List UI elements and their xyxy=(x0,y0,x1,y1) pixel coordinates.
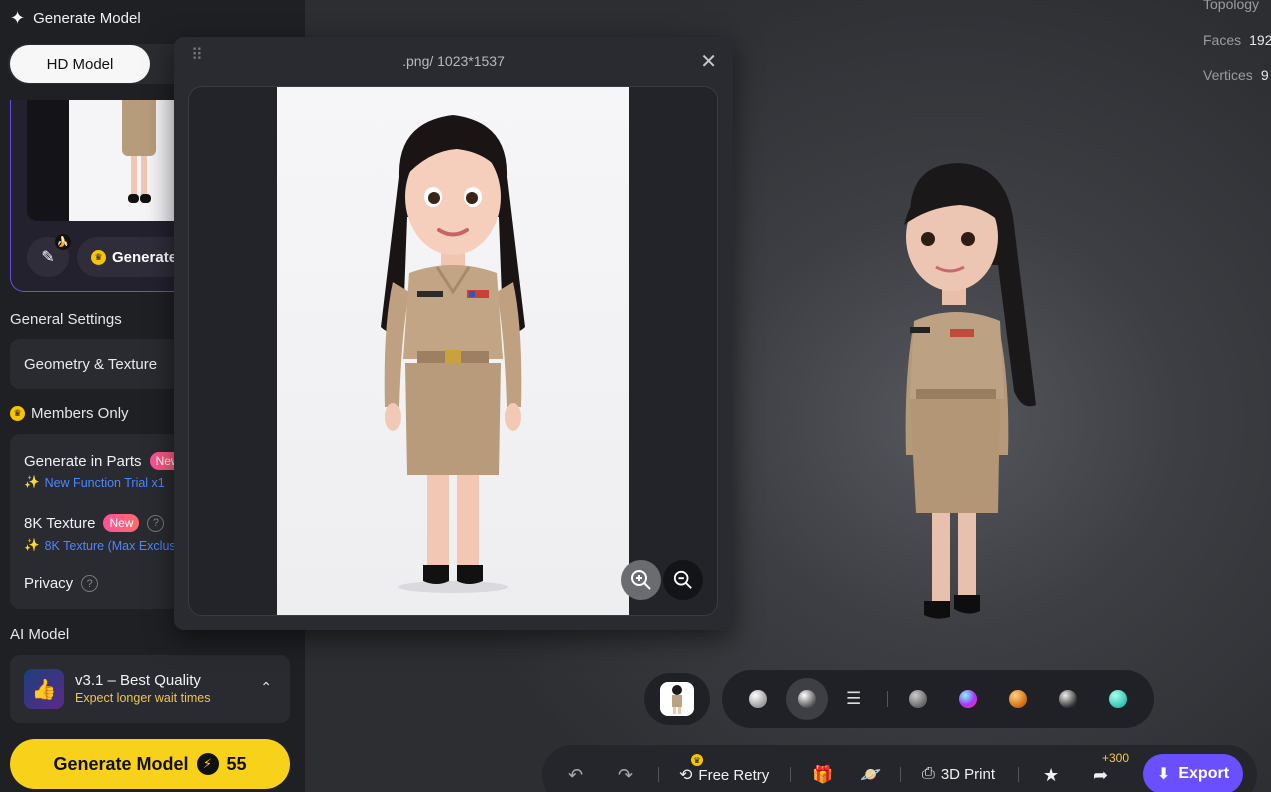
retry-icon: ⟲ xyxy=(679,767,693,784)
generate-model-label: Generate Model xyxy=(53,753,189,774)
divider xyxy=(658,767,659,782)
ai-model-heading: AI Model xyxy=(10,626,70,643)
crown-icon: ♛ xyxy=(691,754,703,766)
undo-icon[interactable]: ↶ xyxy=(568,765,583,786)
thumbnail-figure xyxy=(119,100,159,210)
source-image-thumbnail[interactable] xyxy=(69,100,187,221)
generate-in-parts-option[interactable]: Generate in Parts New xyxy=(24,452,186,470)
edit-icon: ✎ xyxy=(41,249,55,266)
print-icon: ⎙ xyxy=(922,765,935,782)
free-retry-label: Free Retry xyxy=(698,766,770,784)
free-retry-button[interactable]: ⟲ Free Retry xyxy=(679,765,769,785)
8k-texture-label: 8K Texture xyxy=(24,514,96,532)
generate-in-parts-label: Generate in Parts xyxy=(24,452,142,470)
thumbs-up-icon: 👍 xyxy=(24,669,64,709)
download-icon: ⬇ xyxy=(1156,766,1171,783)
privacy-option[interactable]: Privacy ? xyxy=(24,575,99,592)
new-badge: New xyxy=(103,514,140,532)
share-icon[interactable]: ➦ xyxy=(1093,765,1108,786)
geometry-texture-option[interactable]: Geometry & Texture xyxy=(10,339,190,389)
generate-model-button[interactable]: Generate Model ⚡ 55 xyxy=(10,739,290,789)
material-options: ☰ xyxy=(722,670,1154,728)
help-icon[interactable]: ? xyxy=(81,575,99,592)
ai-model-name: v3.1 – Best Quality xyxy=(75,672,201,689)
material-toolbar: ☰ xyxy=(644,670,1154,728)
divider xyxy=(1018,767,1019,782)
3d-print-label: 3D Print xyxy=(940,765,995,783)
source-image-frame xyxy=(27,100,187,221)
8k-texture-note: 8K Texture (Max Exclusi xyxy=(44,538,179,553)
vertices-label: Vertices xyxy=(1203,67,1253,83)
sparkle-icon: ✨ xyxy=(24,538,40,552)
ai-model-note: Expect longer wait times xyxy=(75,691,211,705)
normal-material[interactable] xyxy=(959,690,977,708)
copper-material[interactable] xyxy=(1009,690,1027,708)
generate-in-parts-trial: New Function Trial x1 xyxy=(44,475,165,490)
zoom-in-icon[interactable] xyxy=(621,560,661,600)
preview-stage xyxy=(188,86,718,616)
generate-in-parts-subtext: ✨ New Function Trial x1 xyxy=(24,475,165,490)
8k-texture-option[interactable]: 8K Texture New ? xyxy=(24,514,165,532)
adjustments-icon[interactable]: ☰ xyxy=(846,689,861,709)
preview-image[interactable] xyxy=(277,87,629,615)
export-button[interactable]: ⬇ Export xyxy=(1143,754,1243,792)
chevron-up-icon[interactable]: ⌃ xyxy=(260,679,272,696)
topology-label: Topology xyxy=(1203,0,1260,12)
divider xyxy=(900,767,901,782)
points-reward: +300 xyxy=(1102,751,1130,765)
source-thumbnail xyxy=(660,682,694,716)
tab-hd-model[interactable]: HD Model xyxy=(10,45,150,83)
grey-material[interactable] xyxy=(909,690,927,708)
generate-model-cost: 55 xyxy=(226,753,247,774)
panel-title: ✦ Generate Model xyxy=(10,8,141,29)
ai-model-selector[interactable]: 👍 v3.1 – Best Quality Expect longer wait… xyxy=(10,655,290,723)
3d-print-button[interactable]: ⎙ 3D Print xyxy=(922,765,995,783)
vertices-stat: Vertices 9 xyxy=(1203,67,1269,83)
faces-stat: Faces 192 xyxy=(1203,32,1271,48)
crown-icon: ♛ xyxy=(10,406,25,421)
image-preview-dialog: ⠿ .png/ 1023*1537 ✕ xyxy=(174,37,733,630)
privacy-label: Privacy xyxy=(24,575,74,592)
members-only-heading: ♛ Members Only xyxy=(10,405,129,422)
crown-icon: ♛ xyxy=(91,249,106,265)
white-clay-material[interactable] xyxy=(749,690,767,708)
help-icon[interactable]: ? xyxy=(147,514,165,532)
redo-icon[interactable]: ↷ xyxy=(618,765,633,786)
close-icon[interactable]: ✕ xyxy=(700,49,717,74)
orbit-icon[interactable]: 🪐 xyxy=(860,765,881,785)
gift-icon[interactable]: 🎁 xyxy=(812,765,833,785)
members-options: Generate in Parts New ✨ New Function Tri… xyxy=(10,434,190,609)
toolbar-divider xyxy=(887,691,888,707)
panel-title-text: Generate Model xyxy=(33,10,141,27)
dialog-title: .png/ 1023*1537 xyxy=(402,53,505,69)
sparkle-icon: ✦ xyxy=(10,8,26,28)
general-settings-heading: General Settings xyxy=(10,311,122,328)
source-thumbnail-button[interactable] xyxy=(644,673,710,725)
sparkle-icon: ✨ xyxy=(24,475,40,489)
star-icon[interactable]: ★ xyxy=(1043,765,1059,786)
members-only-label: Members Only xyxy=(31,405,129,422)
matcap-ball-icon xyxy=(798,690,816,708)
export-label: Export xyxy=(1178,765,1230,782)
3d-model-figure xyxy=(904,163,1036,619)
bolt-icon: ⚡ xyxy=(196,753,219,775)
edit-image-button[interactable]: ✎ 🍌 xyxy=(27,234,71,277)
3d-model-viewport[interactable] xyxy=(880,155,1060,635)
matcap-material-selected[interactable] xyxy=(786,678,828,720)
zoom-out-icon[interactable] xyxy=(663,560,703,600)
chrome-material[interactable] xyxy=(1059,690,1077,708)
divider xyxy=(790,767,791,782)
vertices-value: 9 xyxy=(1260,67,1269,83)
banana-badge-icon: 🍌 xyxy=(55,234,71,250)
teal-material[interactable] xyxy=(1109,690,1127,708)
generate-image-label: Generate xyxy=(112,248,178,266)
faces-label: Faces xyxy=(1203,32,1242,48)
8k-texture-subtext: ✨ 8K Texture (Max Exclusi xyxy=(24,538,178,553)
faces-value: 192 xyxy=(1249,32,1271,48)
character-figure xyxy=(381,115,525,593)
